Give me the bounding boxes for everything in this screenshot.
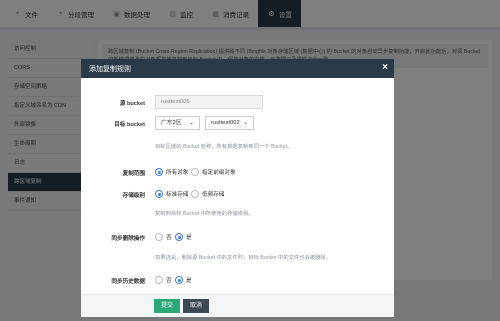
- dialog-header: 添加复制规则 ×: [81, 59, 394, 78]
- radio-checked-icon: [155, 190, 163, 198]
- target-bucket-select[interactable]: rusttest002 ⌄: [205, 116, 254, 130]
- radio-unchecked-icon: [191, 168, 199, 176]
- sync-delete-no-label: 否: [166, 235, 172, 241]
- scope-label: 复制范围: [122, 171, 145, 177]
- sync-delete-yes-label: 是: [186, 235, 192, 241]
- storage-infrequent-label: 低频存储: [202, 192, 225, 198]
- sync-history-yes-label: 是: [186, 278, 192, 284]
- storage-class-label: 存储级别: [122, 193, 145, 199]
- chevron-down-icon: ⌄: [188, 120, 194, 126]
- sync-delete-hint: 如果选是，删除源 Bucket 中的文件时，目标 Bucket 中的文件也会被删…: [155, 255, 331, 261]
- dialog-footer: 提交 取消: [81, 294, 394, 317]
- sync-delete-label: 同步删除操作: [111, 236, 145, 242]
- sync-delete-no-radio[interactable]: 否: [155, 233, 172, 241]
- sync-delete-yes-radio[interactable]: 是: [175, 233, 192, 241]
- source-bucket-input[interactable]: rusttest005: [155, 95, 263, 109]
- radio-unchecked-icon: [155, 276, 163, 284]
- scope-prefix-objects-label: 指定前缀对象: [202, 170, 236, 176]
- storage-standard-label: 标准存储: [166, 192, 189, 198]
- target-bucket-label: 目标 bucket: [114, 122, 145, 128]
- target-region-select[interactable]: 广东2区 ⌄: [155, 116, 200, 130]
- target-bucket-value: rusttest002: [211, 120, 240, 126]
- add-replication-rule-dialog: 添加复制规则 × 源 bucket rusttest005 目标 bucket …: [81, 59, 394, 317]
- cancel-button[interactable]: 取消: [183, 299, 209, 313]
- chevron-down-icon: ⌄: [242, 120, 248, 126]
- close-icon[interactable]: ×: [382, 62, 388, 74]
- radio-unchecked-icon: [155, 233, 163, 241]
- sync-history-label: 同步历史数据: [111, 279, 145, 285]
- sync-history-yes-radio[interactable]: 是: [175, 276, 192, 284]
- source-bucket-label: 源 bucket: [119, 101, 145, 107]
- submit-button[interactable]: 提交: [154, 299, 180, 313]
- target-region-value: 广东2区: [161, 120, 182, 126]
- storage-class-hint: 复制到目标 Bucket 中所使用的存储级别。: [155, 211, 254, 217]
- scope-prefix-objects-radio[interactable]: 指定前缀对象: [191, 168, 236, 176]
- radio-checked-icon: [175, 233, 183, 241]
- storage-standard-radio[interactable]: 标准存储: [155, 190, 188, 198]
- sync-history-no-label: 否: [166, 278, 172, 284]
- radio-checked-icon: [175, 276, 183, 284]
- scope-all-objects-label: 所有对象: [166, 170, 189, 176]
- sync-history-no-radio[interactable]: 否: [155, 276, 172, 284]
- dialog-title: 添加复制规则: [89, 65, 131, 73]
- storage-infrequent-radio[interactable]: 低频存储: [191, 190, 224, 198]
- radio-checked-icon: [155, 168, 163, 176]
- scope-all-objects-radio[interactable]: 所有对象: [155, 168, 188, 176]
- target-bucket-hint: 目标区域的 Bucket 名称，所有数据复制到同一个 Bucket。: [155, 144, 293, 150]
- radio-unchecked-icon: [191, 190, 199, 198]
